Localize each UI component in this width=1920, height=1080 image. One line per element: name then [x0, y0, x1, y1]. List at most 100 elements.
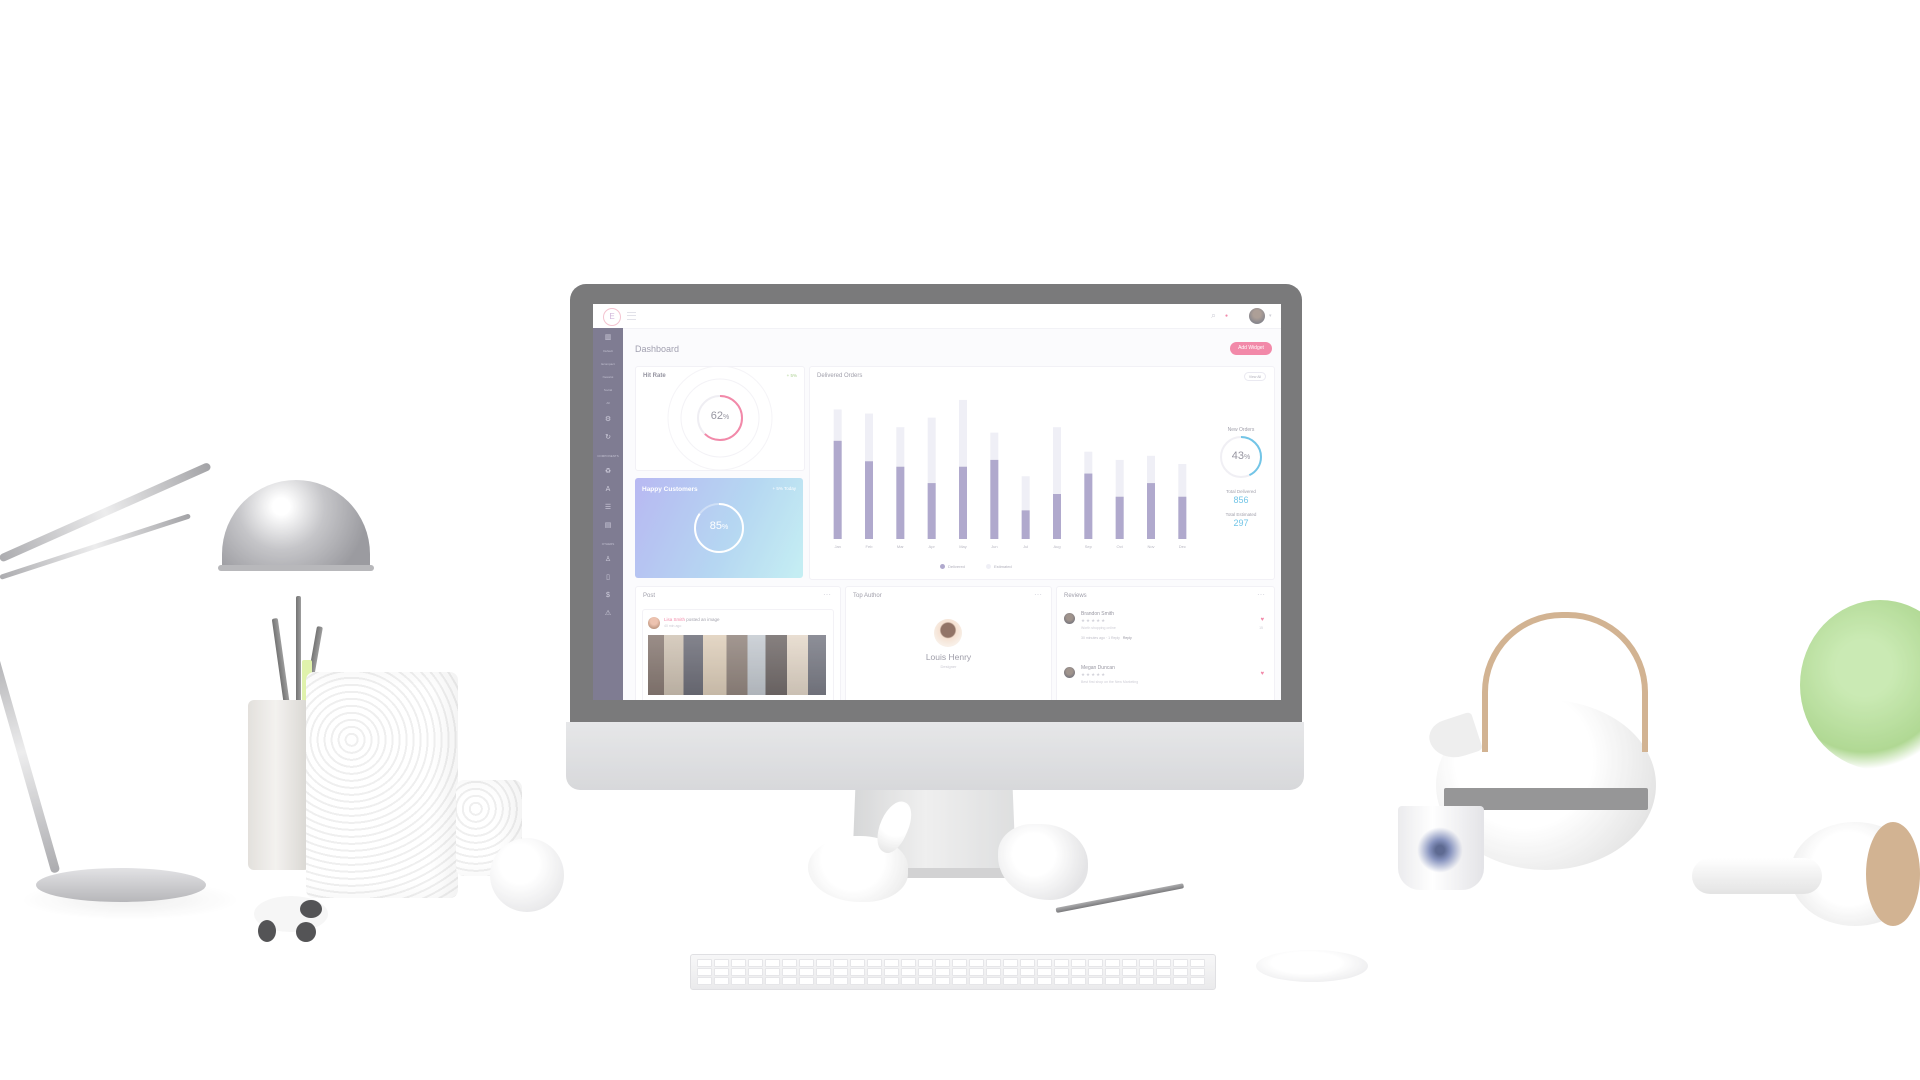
warning-icon[interactable]: ⚠	[593, 610, 623, 618]
keyboard-key	[1088, 977, 1103, 985]
new-orders-label: New Orders	[1227, 427, 1255, 433]
notification-bell-icon[interactable]: ●	[1225, 313, 1228, 319]
dashboard-screen: E ⌕ ● ▾ ▥ Default Ecompact Newslot Socia…	[593, 304, 1281, 700]
x-tick-label: Jun	[991, 544, 997, 549]
x-tick-label: Sep	[1085, 544, 1093, 549]
perforated-cup-large	[306, 672, 458, 898]
user-avatar[interactable]	[1249, 308, 1265, 324]
review-stars: ★★★★★	[1081, 672, 1107, 677]
bar-delivered-apr	[927, 483, 936, 539]
keyboard-key	[1173, 959, 1188, 967]
review-meta: 30 minutes ago · 1 Reply Reply	[1081, 636, 1132, 640]
total-delivered-value: 856	[1233, 495, 1249, 505]
document-icon[interactable]: ▯	[593, 574, 623, 582]
dollar-icon[interactable]: $	[593, 592, 623, 600]
sidebar-item-newslot[interactable]: Newslot	[593, 375, 623, 379]
keyboard-key	[816, 959, 831, 967]
bar-delivered-sep	[1084, 473, 1093, 539]
sidebar-item-default[interactable]: Default	[593, 349, 623, 353]
keyboard	[690, 954, 1216, 990]
top-author-avatar[interactable]	[934, 619, 962, 647]
x-tick-label: Apr	[929, 544, 936, 549]
mouse	[1256, 950, 1368, 982]
keyboard-key	[697, 977, 712, 985]
top-author-name: Louis Henry	[925, 652, 972, 662]
hamburger-menu-icon[interactable]	[627, 312, 636, 320]
keyboard-key	[1054, 977, 1069, 985]
review-avatar[interactable]	[1064, 667, 1075, 678]
sidebar-section-components: COMPONENTS	[597, 454, 619, 458]
search-icon[interactable]: ⌕	[1211, 310, 1216, 321]
x-tick-label: Nov	[1147, 544, 1154, 549]
bar-delivered-aug	[1053, 494, 1061, 539]
settings-icon[interactable]: ⚙	[593, 416, 623, 424]
x-tick-label: Aug	[1053, 544, 1060, 549]
keyboard-key	[816, 977, 831, 985]
post-author-avatar[interactable]	[648, 617, 660, 629]
review-like-heart-icon[interactable]: ♥	[1260, 617, 1264, 623]
plant	[1800, 600, 1920, 770]
keyboard-key	[867, 977, 882, 985]
legend-delivered-swatch	[940, 564, 945, 570]
add-widget-button[interactable]: Add Widget	[1230, 342, 1272, 355]
keyboard-key	[1088, 959, 1103, 967]
keyboard-key	[1173, 968, 1188, 976]
keyboard-key	[731, 968, 746, 976]
keyboard-key	[986, 977, 1001, 985]
review-avatar[interactable]	[1064, 613, 1075, 624]
keyboard-key	[833, 968, 848, 976]
panda-leg-front	[258, 920, 276, 942]
review-name: Brandon Smith	[1081, 611, 1115, 617]
bar-delivered-jan	[833, 440, 842, 539]
post-author-link[interactable]: Lisa Smith	[664, 617, 685, 622]
chevron-down-icon[interactable]: ▾	[1269, 313, 1272, 319]
post-image[interactable]	[648, 635, 826, 695]
keyboard-key	[697, 968, 712, 976]
total-estimated-value: 297	[1233, 518, 1249, 528]
keyboard-key	[1156, 977, 1171, 985]
x-tick-label: May	[959, 544, 967, 549]
bar-delivered-feb	[865, 461, 873, 539]
top-author-menu-icon[interactable]: ⋯	[1034, 590, 1043, 599]
refresh-icon[interactable]: ↻	[593, 434, 623, 442]
review-like-heart-icon[interactable]: ♥	[1260, 671, 1264, 677]
sidebar-item-ecompact[interactable]: Ecompact	[593, 362, 623, 366]
keyboard-key	[952, 959, 967, 967]
keyboard-key	[901, 959, 916, 967]
view-all-button[interactable]: View All	[1244, 372, 1266, 381]
reviews-menu-icon[interactable]: ⋯	[1257, 590, 1266, 599]
reviews-card: Reviews ⋯ Brandon Smith ★★★★★ Worth shop…	[1056, 586, 1275, 700]
text-icon[interactable]: A	[593, 486, 623, 494]
headphones-cushion	[1866, 822, 1920, 926]
keyboard-key	[833, 959, 848, 967]
map-icon[interactable]: ▤	[593, 522, 623, 530]
delivered-orders-chart: Jan Feb Mar Apr May Jun Jul Aug Sep Oct Nov Dec	[833, 399, 1187, 549]
keyboard-key	[935, 968, 950, 976]
keyboard-key	[969, 968, 984, 976]
x-tick-label: Mar	[897, 544, 905, 549]
recycle-icon[interactable]: ♻	[593, 468, 623, 476]
keyboard-key	[1054, 968, 1069, 976]
sidebar-item-all[interactable]: All	[593, 401, 623, 405]
delivered-orders-card: Delivered Orders View All Jan Feb Mar Apr Ma…	[809, 366, 1275, 580]
app-logo[interactable]: E	[603, 308, 621, 326]
post-menu-icon[interactable]: ⋯	[823, 590, 832, 599]
keyboard-key	[867, 968, 882, 976]
user-icon[interactable]: ♙	[593, 556, 623, 564]
x-tick-label: Feb	[866, 544, 874, 549]
total-delivered-label: Total Delivered	[1226, 489, 1256, 494]
keyboard-key	[697, 959, 712, 967]
keyboard-key	[765, 959, 780, 967]
review-reply-link[interactable]: Reply	[1123, 636, 1132, 640]
keyboard-key	[799, 977, 814, 985]
bar-delivered-jul	[1021, 510, 1030, 539]
list-icon[interactable]: ☰	[593, 504, 623, 512]
keyboard-key	[748, 977, 763, 985]
keyboard-key	[1190, 959, 1205, 967]
post-card: Post ⋯ Lisa Smith posted an image 40 min…	[635, 586, 841, 700]
bar-delivered-nov	[1147, 483, 1155, 539]
keyboard-key	[799, 968, 814, 976]
sidebar-item-social[interactable]: Social	[593, 388, 623, 392]
crumpled-paper	[998, 824, 1088, 900]
dashboard-icon[interactable]: ▥	[593, 334, 623, 342]
